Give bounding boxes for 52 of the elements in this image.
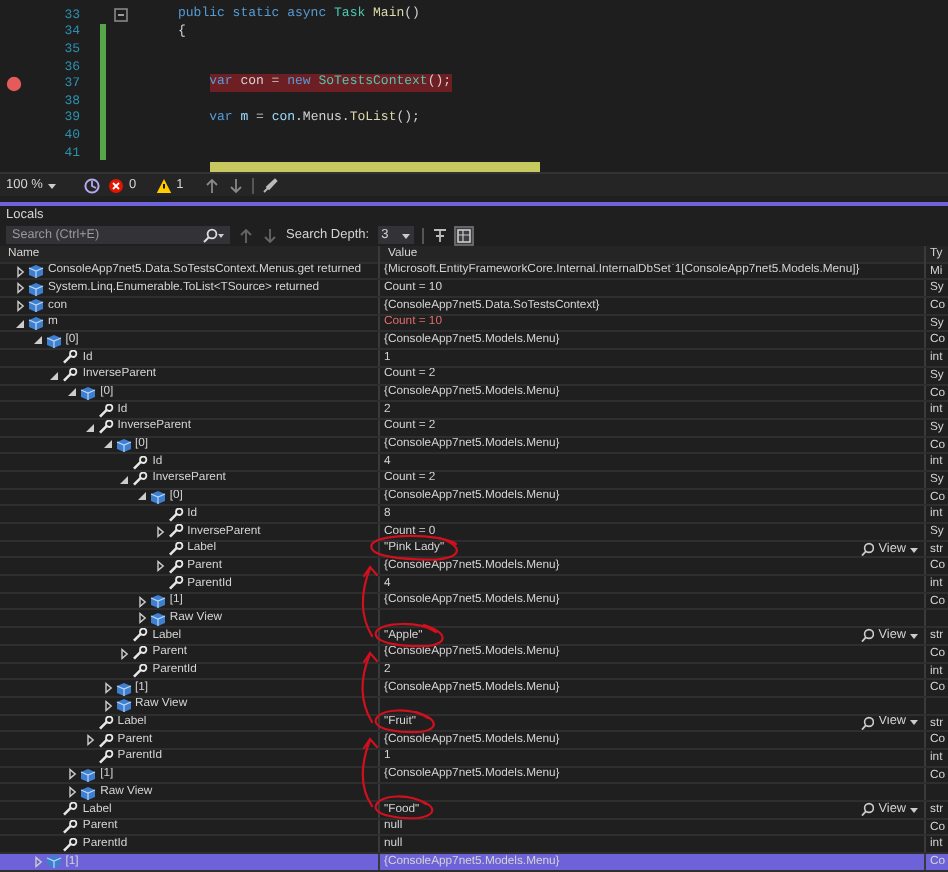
table-view-button[interactable] [455, 227, 472, 243]
caret-icon[interactable] [48, 181, 57, 189]
previous-icon[interactable] [238, 227, 254, 243]
search-icon[interactable] [860, 542, 875, 557]
expand-arrow-icon[interactable] [151, 558, 168, 575]
collapse-arrow-icon[interactable] [64, 385, 81, 401]
caret-icon[interactable] [910, 718, 918, 727]
wrench-icon [62, 350, 79, 365]
expand-arrow-icon[interactable] [12, 280, 28, 297]
expand-arrow-icon[interactable] [64, 767, 81, 783]
cube-icon [80, 785, 97, 800]
search-icon[interactable] [202, 227, 224, 243]
expand-arrow-icon[interactable] [133, 593, 150, 609]
collapse-arrow-icon[interactable] [12, 315, 28, 331]
expand-arrow-icon[interactable] [81, 732, 98, 748]
cube-icon [149, 489, 166, 504]
search-icon[interactable] [860, 802, 875, 817]
expand-arrow-icon[interactable] [12, 298, 28, 314]
wrench-icon [132, 628, 149, 643]
wrench-icon [62, 368, 79, 383]
search-icon[interactable] [860, 715, 875, 730]
wrench-icon [97, 715, 114, 730]
breakpoint-icon[interactable] [6, 75, 22, 92]
collapse-arrow-icon[interactable] [99, 437, 115, 453]
search-icon[interactable] [860, 628, 875, 643]
expand-arrow-icon[interactable] [99, 680, 115, 696]
caret-icon[interactable] [910, 631, 918, 640]
cube-icon [80, 767, 97, 782]
caret-icon[interactable] [910, 545, 918, 554]
expand-arrow-icon[interactable] [116, 645, 133, 661]
cube-icon [80, 385, 97, 400]
caret-icon[interactable] [910, 805, 918, 814]
collapse-arrow-icon[interactable] [29, 332, 46, 349]
collapse-arrow-icon[interactable] [116, 471, 133, 488]
up-arrow-icon[interactable] [203, 177, 220, 193]
wrench-icon [62, 802, 79, 817]
collapse-arrow-icon[interactable] [133, 489, 150, 505]
cube-icon [115, 437, 131, 452]
next-icon[interactable] [262, 227, 278, 243]
cube-icon [45, 854, 62, 869]
expand-arrow-icon[interactable] [12, 263, 28, 279]
collapse-arrow-icon[interactable] [46, 367, 63, 383]
caret-icon[interactable] [401, 231, 410, 239]
pin-button[interactable] [431, 227, 448, 243]
expand-arrow-icon[interactable] [64, 784, 81, 800]
collapse-arrow-icon[interactable] [81, 419, 98, 436]
collapse-icon[interactable] [114, 7, 128, 22]
expand-arrow-icon[interactable] [133, 610, 150, 627]
down-arrow-icon[interactable] [227, 177, 244, 193]
brush-icon[interactable] [261, 177, 278, 193]
expand-arrow-icon[interactable] [151, 524, 168, 540]
expand-arrow-icon[interactable] [99, 697, 115, 714]
